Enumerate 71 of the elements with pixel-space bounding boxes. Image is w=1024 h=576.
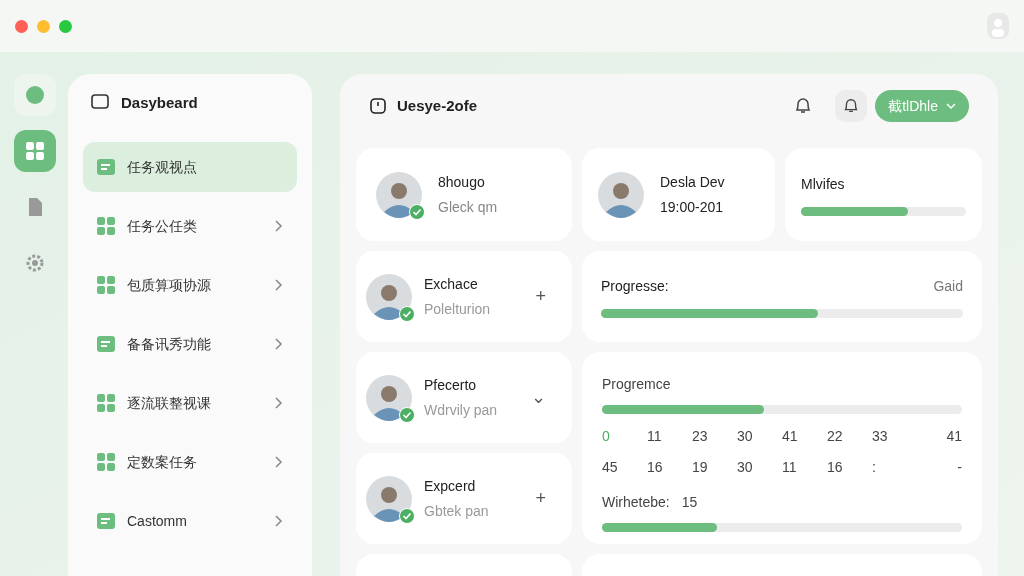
person-name: Desla Dev [660, 172, 725, 192]
value-cell-text: 41 [945, 427, 962, 446]
sidebar-item[interactable]: 任务公任类 [83, 201, 297, 251]
value-cell-text: 16 [827, 458, 844, 477]
avatar [598, 171, 644, 218]
value-cell-text: 0 [602, 427, 611, 446]
close-button[interactable] [15, 19, 28, 33]
rail-button[interactable] [14, 130, 56, 172]
sidebar-item[interactable]: 逐流联整视课 [83, 378, 297, 428]
menu-icon [97, 276, 115, 294]
avatar [366, 273, 412, 320]
stat-label: Wirhetebe: [602, 493, 670, 512]
header-title: Uesye-2ofe [397, 95, 479, 116]
stat-label: Mlvifes [801, 174, 846, 194]
sidebar-item[interactable]: 定数案任务 [83, 437, 297, 487]
rail-button[interactable] [14, 74, 56, 116]
settings-icon [24, 252, 46, 274]
person-subtitle: Gleck qm [438, 197, 498, 217]
progress-reading: Gaid [933, 276, 963, 296]
value-cell-text: - [956, 458, 962, 477]
check-badge-icon [399, 507, 415, 524]
menu-icon [97, 217, 115, 235]
value-cell-text: 30 [737, 427, 754, 446]
value-cell-text: 22 [827, 427, 844, 446]
caret-icon [946, 102, 956, 110]
sidebar-item[interactable]: 任务观视点 [83, 142, 297, 192]
action-button[interactable]: + [535, 485, 546, 512]
menu-icon [97, 335, 115, 353]
progress-label: Progresse: [601, 276, 669, 296]
stat-value: 15 [681, 493, 698, 512]
person-subtitle: Gbtek pan [424, 501, 490, 521]
chat-icon [91, 94, 109, 112]
value-cell-text: 30 [737, 458, 754, 477]
value-cell-text: 11 [782, 458, 798, 477]
person-subtitle: Polelturion [424, 299, 492, 319]
avatar [376, 171, 422, 218]
menu-icon [97, 394, 115, 412]
avatar [366, 475, 412, 522]
progress-label: Progremce [602, 375, 672, 394]
value-cell-text: 45 [602, 458, 619, 477]
menu-icon [97, 512, 115, 530]
action-button[interactable]: + [535, 283, 546, 310]
value-cell-text: 19 [692, 458, 709, 477]
value-cell-text: 16 [647, 458, 664, 477]
avatar [366, 374, 412, 421]
person-subtitle: Wdrvily pan [424, 400, 499, 420]
person-name: Pfecerto [424, 375, 478, 395]
value-cell-text: 23 [692, 427, 709, 446]
bell-icon[interactable] [835, 90, 868, 122]
maximize-button[interactable] [59, 19, 72, 33]
person-subtitle: 19:00-201 [660, 197, 725, 217]
person-name: Expcerd [424, 476, 477, 496]
timer-icon [369, 97, 387, 115]
check-badge-icon [399, 406, 415, 423]
sidebar-title: Dasybeard [121, 92, 198, 113]
menu-icon [97, 158, 115, 176]
menu-icon [97, 453, 115, 471]
value-cell-text: 41 [782, 427, 799, 446]
person-name: 8hougo [438, 172, 486, 192]
sidebar-item[interactable]: 备备讯秀功能 [83, 319, 297, 369]
grid-icon [24, 140, 46, 162]
value-cell-text: : [872, 458, 877, 477]
check-badge-icon [399, 305, 415, 322]
sidebar-item[interactable]: Castomm [83, 496, 297, 546]
sidebar-item[interactable]: 包质算项协源 [83, 260, 297, 310]
person-name: Exchace [424, 274, 479, 294]
value-cell-text: 33 [872, 427, 889, 446]
action-button[interactable]: ⌄ [531, 384, 546, 411]
logo-icon [24, 84, 46, 106]
minimize-button[interactable] [37, 19, 50, 33]
value-cell-text: 11 [647, 427, 663, 446]
